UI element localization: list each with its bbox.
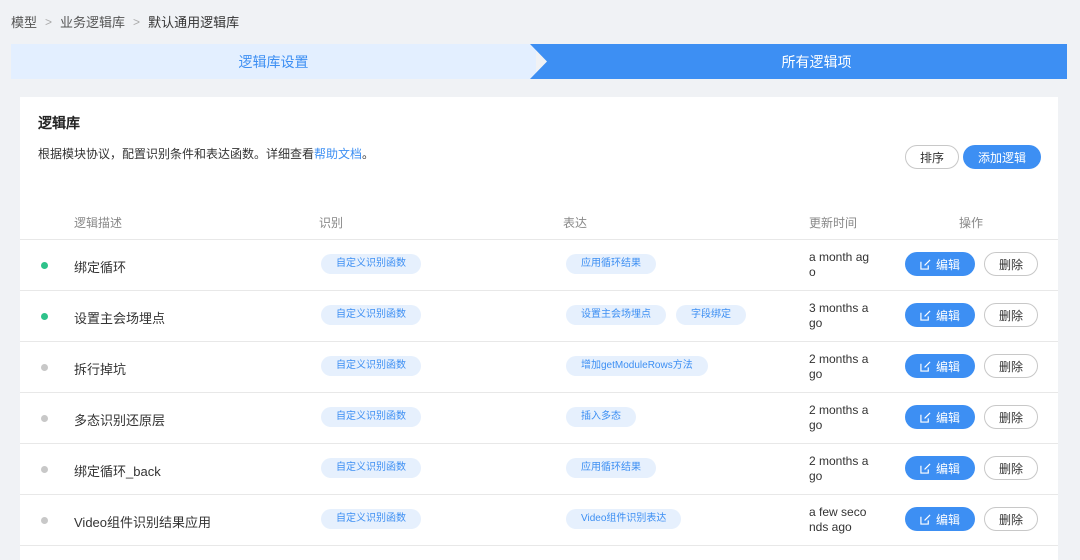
- table-row: 设置主会场埋点 自定义识别函数 设置主会场埋点 字段绑定 3 months ago 编辑删…: [20, 291, 1058, 342]
- description-text: 根据模块协议，配置识别条件和表达函数。详细查看: [38, 147, 315, 161]
- card-title: 逻辑库: [38, 115, 80, 131]
- edit-label: 编辑: [935, 512, 960, 527]
- edit-icon: [920, 309, 931, 321]
- delete-button[interactable]: 删除: [984, 252, 1038, 276]
- edit-button[interactable]: 编辑: [905, 405, 975, 429]
- logic-name: 多态识别还原层: [74, 413, 166, 428]
- updated-time: 3 months ago: [809, 301, 869, 330]
- header-recognize: 识别: [319, 216, 344, 230]
- express-tag: 设置主会场埋点: [566, 305, 666, 325]
- delete-button[interactable]: 删除: [984, 354, 1038, 378]
- table-row: 拆行掉坑 自定义识别函数 增加getModuleRows方法 2 months ago…: [20, 342, 1058, 393]
- recognize-tag: 自定义识别函数: [321, 305, 421, 325]
- edit-icon: [920, 258, 931, 270]
- header-express: 表达: [563, 216, 588, 230]
- logic-name: 设置主会场埋点: [74, 311, 166, 326]
- add-logic-button[interactable]: 添加逻辑: [963, 145, 1041, 169]
- breadcrumb: 模型 > 业务逻辑库 > 默认通用逻辑库: [11, 12, 239, 31]
- logic-library-card: 逻辑库 根据模块协议，配置识别条件和表达函数。详细查看帮助文档。 排序 添加逻辑…: [20, 97, 1058, 560]
- status-dot: [41, 262, 48, 269]
- delete-button[interactable]: 删除: [984, 507, 1038, 531]
- breadcrumb-item-model[interactable]: 模型: [11, 12, 37, 31]
- description-end: 。: [362, 147, 375, 161]
- card-description: 根据模块协议，配置识别条件和表达函数。详细查看帮助文档。: [38, 145, 374, 162]
- logic-name: 拆行掉坑: [74, 362, 127, 377]
- edit-label: 编辑: [935, 359, 960, 374]
- updated-time: a few seconds ago: [809, 505, 867, 534]
- updated-time: a month ago: [809, 250, 870, 279]
- status-dot: [41, 415, 48, 422]
- step-all-items[interactable]: 所有逻辑项: [530, 44, 1067, 79]
- recognize-tag: 自定义识别函数: [321, 458, 421, 478]
- delete-button[interactable]: 删除: [984, 303, 1038, 327]
- edit-label: 编辑: [935, 410, 960, 425]
- sort-button[interactable]: 排序: [905, 145, 959, 169]
- status-dot: [41, 466, 48, 473]
- table-row: Video组件识别结果应用 自定义识别函数 Video组件识别表达 a few sec…: [20, 495, 1058, 546]
- updated-time: 2 months ago: [809, 454, 869, 483]
- delete-button[interactable]: 删除: [984, 456, 1038, 480]
- step-bar: 逻辑库设置 所有逻辑项: [11, 44, 1067, 79]
- edit-button[interactable]: 编辑: [905, 354, 975, 378]
- breadcrumb-item-library[interactable]: 业务逻辑库: [60, 12, 125, 31]
- edit-label: 编辑: [935, 461, 960, 476]
- header-desc: 逻辑描述: [74, 216, 123, 230]
- table-row: 绑定循环_back 自定义识别函数 应用循环结果 2 months ago 编辑 删除: [20, 444, 1058, 495]
- status-dot: [41, 364, 48, 371]
- express-tag: Video组件识别表达: [566, 509, 682, 529]
- express-tag: 应用循环结果: [566, 254, 656, 274]
- edit-icon: [920, 360, 931, 372]
- express-tag: 应用循环结果: [566, 458, 656, 478]
- edit-button[interactable]: 编辑: [905, 252, 975, 276]
- updated-time: 2 months ago: [809, 403, 869, 432]
- status-dot: [41, 517, 48, 524]
- recognize-tag: 自定义识别函数: [321, 407, 421, 427]
- edit-label: 编辑: [935, 257, 960, 272]
- recognize-tag: 自定义识别函数: [321, 254, 421, 274]
- chevron-right-icon: >: [45, 14, 53, 29]
- delete-button[interactable]: 删除: [984, 405, 1038, 429]
- table-row: 绑定循环 自定义识别函数 应用循环结果 a month ago 编辑 删除: [20, 240, 1058, 291]
- edit-button[interactable]: 编辑: [905, 456, 975, 480]
- header-updated: 更新时间: [809, 216, 858, 230]
- logic-name: 绑定循环: [74, 260, 127, 275]
- logic-name: 绑定循环_back: [74, 464, 161, 479]
- recognize-tag: 自定义识别函数: [321, 356, 421, 376]
- edit-icon: [920, 411, 931, 423]
- step-library-settings[interactable]: 逻辑库设置: [11, 44, 536, 79]
- table-row: 多态识别还原层 自定义识别函数 插入多态 2 months ago 编辑 删除: [20, 393, 1058, 444]
- edit-icon: [920, 513, 931, 525]
- express-tag: 增加getModuleRows方法: [566, 356, 708, 376]
- status-dot: [41, 313, 48, 320]
- updated-time: 2 months ago: [809, 352, 869, 381]
- breadcrumb-item-current: 默认通用逻辑库: [148, 15, 240, 30]
- edit-button[interactable]: 编辑: [905, 507, 975, 531]
- express-tag: 插入多态: [566, 407, 636, 427]
- chevron-right-icon: >: [133, 14, 141, 29]
- table-header: 逻辑描述 识别 表达 更新时间 操作: [20, 203, 1058, 240]
- help-doc-link[interactable]: 帮助文档: [314, 147, 362, 161]
- logic-name: Video组件识别结果应用: [74, 515, 212, 530]
- header-actions: 操作: [959, 216, 984, 230]
- edit-label: 编辑: [935, 308, 960, 323]
- edit-icon: [920, 462, 931, 474]
- express-tag: 字段绑定: [676, 305, 746, 325]
- recognize-tag: 自定义识别函数: [321, 509, 421, 529]
- edit-button[interactable]: 编辑: [905, 303, 975, 327]
